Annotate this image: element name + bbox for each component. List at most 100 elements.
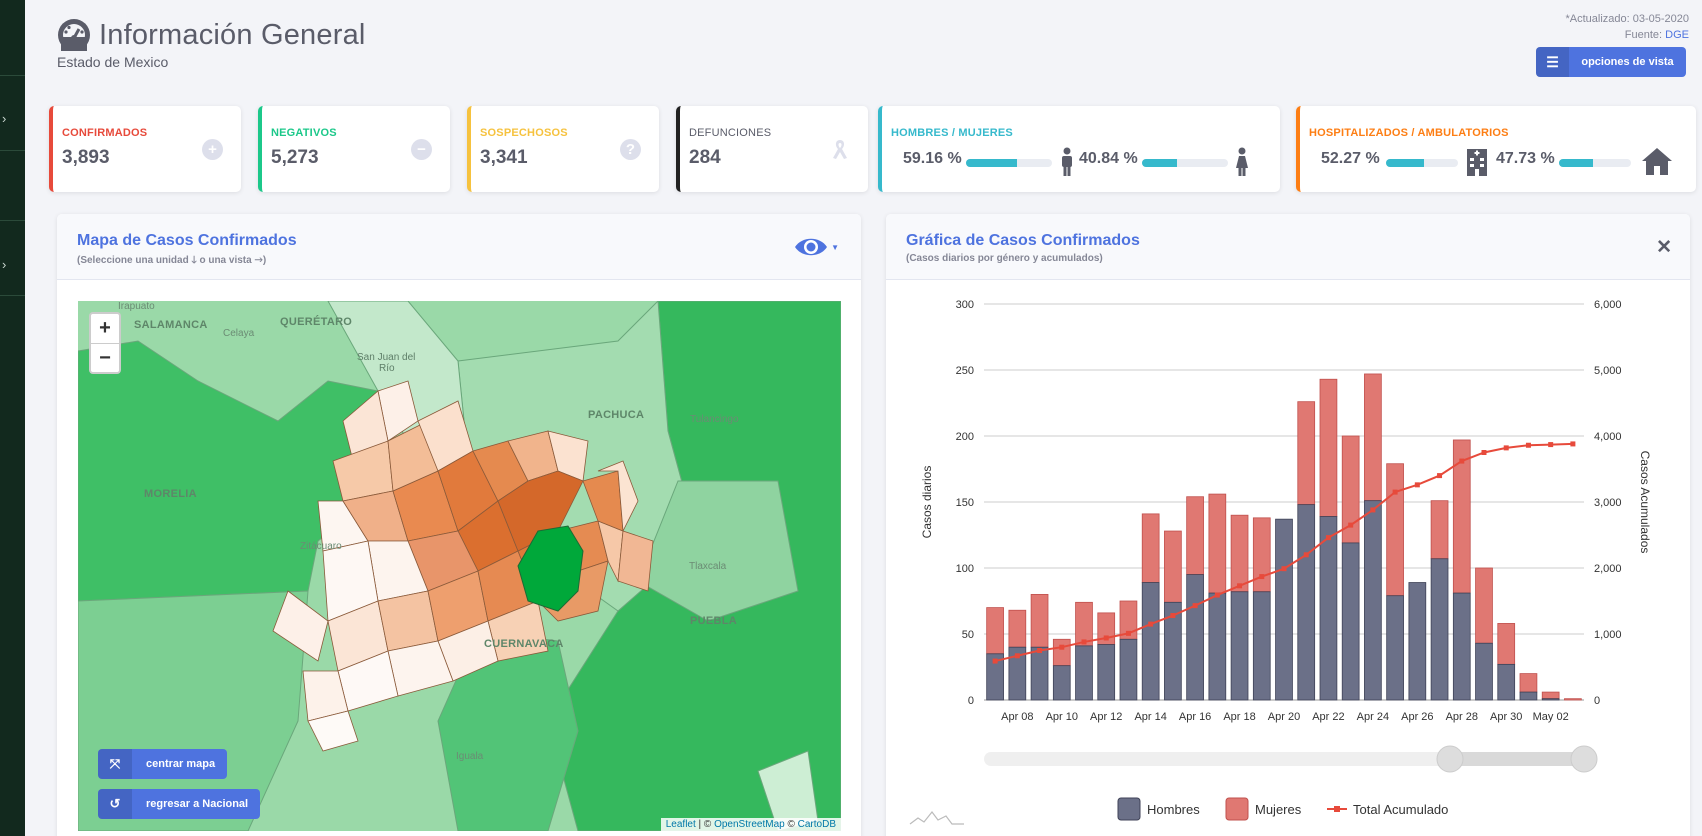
card-title: HOMBRES / MUJERES <box>891 127 1013 139</box>
point-total-acumulado <box>1237 583 1243 589</box>
chart-panel-hint: (Casos diarios por género y acumulados) <box>906 253 1103 264</box>
point-total-acumulado <box>1214 592 1220 598</box>
source-link[interactable]: DGE <box>1665 29 1689 41</box>
y-tick-label: 0 <box>968 695 974 707</box>
map-attribution: Leaflet | © OpenStreetMap © CartoDB <box>660 818 841 831</box>
bar-hombres <box>1119 638 1138 701</box>
y-tick-label: 250 <box>956 365 974 377</box>
bar-hombres <box>1430 558 1449 701</box>
legend-label: Hombres <box>1147 802 1200 817</box>
bar-hombres <box>1541 698 1560 701</box>
point-total-acumulado <box>1414 482 1420 488</box>
point-total-acumulado <box>1148 621 1154 627</box>
point-total-acumulado <box>1325 535 1331 541</box>
card-genero[interactable]: HOMBRES / MUJERES 59.16 % 40.84 % <box>878 106 1280 192</box>
map-label: Río <box>379 363 395 374</box>
center-map-button[interactable]: ⤧ centrar mapa <box>98 749 228 779</box>
card-defunciones[interactable]: DEFUNCIONES 284 <box>676 106 868 192</box>
bar-hombres <box>1275 518 1293 701</box>
chart-panel-title: Gráfica de Casos Confirmados <box>906 232 1140 249</box>
y-tick-label: 300 <box>956 299 974 311</box>
bar-mujeres <box>1230 514 1249 593</box>
x-tick-label: Apr 18 <box>1223 711 1255 723</box>
national-view-label: regresar a Nacional <box>146 798 249 810</box>
bar-mujeres <box>1186 496 1204 575</box>
bar-hombres <box>1452 592 1471 701</box>
sidebar-divider <box>0 220 25 221</box>
x-tick-label: Apr 24 <box>1357 711 1389 723</box>
card-title: CONFIRMADOS <box>62 127 148 139</box>
card-title: NEGATIVOS <box>271 127 337 139</box>
progress-fill <box>966 159 1017 167</box>
male-icon <box>1062 147 1072 176</box>
sidebar-divider <box>0 150 25 151</box>
bar-hombres <box>1252 591 1271 701</box>
hombres-percent: 59.16 % <box>903 150 962 167</box>
point-total-acumulado <box>1437 473 1443 479</box>
progress-fill <box>1142 159 1178 167</box>
question-circle-icon: ? <box>620 139 641 160</box>
point-total-acumulado <box>1103 635 1109 641</box>
view-selector-button[interactable]: ▼ <box>794 236 839 258</box>
x-tick-label: Apr 26 <box>1401 711 1433 723</box>
bar-mujeres <box>1475 567 1493 644</box>
view-options-label: opciones de vista <box>1581 56 1674 68</box>
zoom-out-button[interactable]: − <box>91 343 119 372</box>
bar-hombres <box>1497 663 1516 701</box>
y2-tick-label: 3,000 <box>1594 497 1622 509</box>
point-total-acumulado <box>1392 489 1398 495</box>
osm-link[interactable]: OpenStreetMap <box>714 819 785 830</box>
mujeres-percent: 40.84 % <box>1079 150 1138 167</box>
cases-chart[interactable]: 0 50 100 150 200 250 300 0 1,000 2,000 3,000 4,000 5… <box>886 280 1690 836</box>
zoom-in-button[interactable]: + <box>91 314 119 343</box>
bar-hombres <box>1386 595 1404 701</box>
card-confirmados[interactable]: CONFIRMADOS 3,893 + <box>49 106 241 192</box>
map-panel-hint: (Seleccione una unidad 🡓 o una vista 🡒) <box>77 255 267 266</box>
chevron-right-icon[interactable]: › <box>2 258 6 271</box>
legend-swatch <box>1117 797 1141 821</box>
point-total-acumulado <box>1459 458 1465 464</box>
center-map-label: centrar mapa <box>146 758 216 770</box>
chevron-right-icon[interactable]: › <box>2 112 6 125</box>
bar-mujeres <box>1297 401 1316 506</box>
caret-down-icon: ▼ <box>831 242 839 252</box>
point-total-acumulado <box>1370 507 1376 513</box>
card-negativos[interactable]: NEGATIVOS 5,273 − <box>258 106 450 192</box>
view-options-button[interactable]: ☰ opciones de vista <box>1536 47 1686 77</box>
range-slider-handle <box>1436 745 1464 773</box>
bar-hombres <box>1208 592 1227 701</box>
female-icon <box>1236 147 1248 176</box>
plus-circle-icon: + <box>202 139 223 160</box>
map-label: Celaya <box>223 328 255 339</box>
choropleth-map[interactable]: Irapuato SALAMANCA Celaya QUERÉTARO San … <box>78 301 841 831</box>
bar-mujeres <box>1497 623 1516 665</box>
close-icon[interactable]: ✕ <box>1656 236 1672 259</box>
zoom-control: + − <box>89 312 121 374</box>
bar-hombres <box>1097 644 1116 701</box>
point-total-acumulado <box>1259 574 1265 580</box>
carto-link[interactable]: CartoDB <box>798 819 836 830</box>
sidebar: › › <box>0 0 25 836</box>
map-label: MORELIA <box>144 488 197 500</box>
bar-mujeres <box>1052 638 1071 667</box>
leaflet-link[interactable]: Leaflet <box>666 819 696 830</box>
point-total-acumulado <box>992 658 998 664</box>
y2-tick-label: 2,000 <box>1594 563 1622 575</box>
point-total-acumulado <box>1014 653 1020 659</box>
y-tick-label: 100 <box>956 563 974 575</box>
point-total-acumulado <box>1348 522 1354 528</box>
card-hospitalizacion[interactable]: HOSPITALIZADOS / AMBULATORIOS 52.27 % 47… <box>1296 106 1696 192</box>
card-value: 284 <box>689 147 721 168</box>
hospital-icon <box>1467 149 1487 176</box>
x-tick-label: Apr 28 <box>1446 711 1478 723</box>
bar-hombres <box>1075 645 1093 701</box>
national-view-button[interactable]: ↺ regresar a Nacional <box>98 789 261 819</box>
y2-axis-title: Casos Acumulados <box>1638 451 1652 554</box>
bar-hombres <box>1230 591 1249 701</box>
chart-panel: Gráfica de Casos Confirmados (Casos diar… <box>886 214 1690 836</box>
map-label: Zitácuaro <box>300 541 342 552</box>
card-value: 3,341 <box>480 147 528 168</box>
card-sospechosos[interactable]: SOSPECHOSOS 3,341 ? <box>467 106 659 192</box>
legend-label: Total Acumulado <box>1353 802 1448 817</box>
point-total-acumulado <box>1281 566 1287 572</box>
